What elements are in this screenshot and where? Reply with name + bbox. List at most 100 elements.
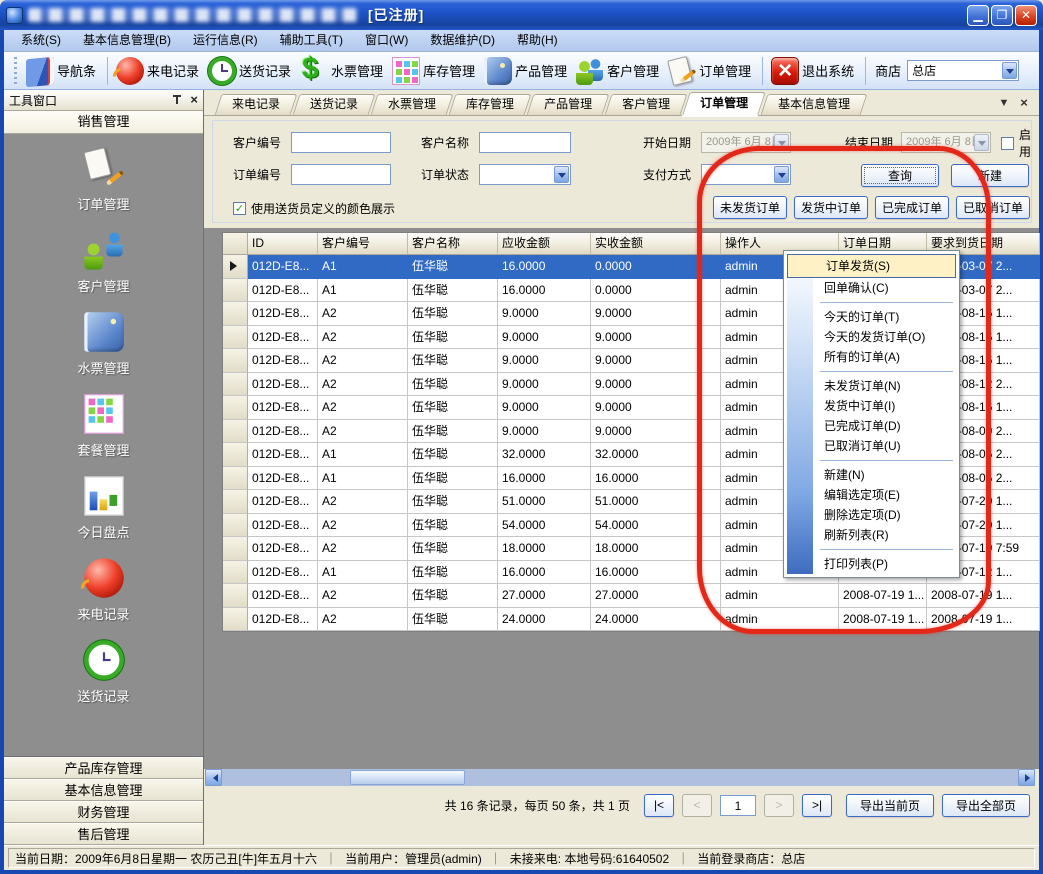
context-menu-item-回单确认(C)[interactable]: 回单确认(C) — [786, 278, 957, 298]
tab-订单管理[interactable]: 订单管理 — [686, 92, 762, 115]
minimize-icon[interactable]: ▁ — [967, 5, 989, 26]
row-selector-cell[interactable] — [223, 255, 248, 279]
column-header-ID[interactable]: ID — [248, 233, 318, 255]
horizontal-scrollbar[interactable] — [205, 769, 1035, 786]
row-selector-cell[interactable] — [223, 490, 248, 514]
chevron-down-icon[interactable] — [774, 134, 789, 151]
column-header-应收金额[interactable]: 应收金额 — [498, 233, 591, 255]
tab-基本信息管理[interactable]: 基本信息管理 — [764, 94, 864, 115]
menu-item[interactable]: 运行信息(R) — [182, 30, 269, 51]
context-menu-item-已取消订单(U)[interactable]: 已取消订单(U) — [786, 436, 957, 456]
payment-select[interactable] — [701, 164, 791, 185]
enable-checkbox[interactable] — [1001, 137, 1014, 150]
column-header-客户编号[interactable]: 客户编号 — [318, 233, 408, 255]
status-filter-button-已取消订单[interactable]: 已取消订单 — [956, 196, 1030, 219]
toolbar-button-delivery-clock[interactable]: 送货记录 — [205, 55, 297, 87]
toolbar-button-navigator[interactable]: 导航条 — [23, 54, 102, 88]
tab-水票管理[interactable]: 水票管理 — [374, 94, 450, 115]
sidebar-item-来电记录[interactable]: 来电记录 — [4, 560, 203, 642]
sidebar-section-基本信息管理[interactable]: 基本信息管理 — [4, 779, 203, 801]
order-status-select[interactable] — [479, 164, 571, 185]
row-selector-cell[interactable] — [223, 608, 248, 632]
row-selector-cell[interactable] — [223, 584, 248, 608]
scroll-left-icon[interactable] — [205, 769, 222, 786]
page-number-input[interactable]: 1 — [720, 795, 756, 816]
customer-no-input[interactable] — [291, 132, 391, 153]
row-selector-cell[interactable] — [223, 396, 248, 420]
context-menu-item-发货中订单(I)[interactable]: 发货中订单(I) — [786, 396, 957, 416]
context-menu-item-新建(N)[interactable]: 新建(N) — [786, 465, 957, 485]
context-menu-item-所有的订单(A)[interactable]: 所有的订单(A) — [786, 347, 957, 367]
tab-产品管理[interactable]: 产品管理 — [530, 94, 606, 115]
tab-库存管理[interactable]: 库存管理 — [452, 94, 528, 115]
close-icon[interactable]: × — [1017, 96, 1031, 110]
context-menu-item-今天的订单(T)[interactable]: 今天的订单(T) — [786, 307, 957, 327]
menu-item[interactable]: 帮助(H) — [506, 30, 569, 51]
context-menu-item-已完成订单(D)[interactable]: 已完成订单(D) — [786, 416, 957, 436]
end-date-picker[interactable]: 2009年 6月 8日 — [901, 132, 991, 153]
sidebar-item-客户管理[interactable]: 客户管理 — [4, 232, 203, 314]
scroll-right-icon[interactable] — [1018, 769, 1035, 786]
export-current-page-button[interactable]: 导出当前页 — [846, 794, 934, 817]
toolbar-button-call-bell[interactable]: 来电记录 — [113, 55, 205, 87]
chevron-down-icon[interactable] — [1002, 62, 1017, 79]
sidebar-section-sales[interactable]: 销售管理 — [4, 111, 203, 134]
menu-item[interactable]: 辅助工具(T) — [269, 30, 354, 51]
maximize-icon[interactable]: ❐ — [991, 5, 1013, 26]
toolbar-button-inventory-grid[interactable]: 库存管理 — [389, 55, 481, 87]
context-menu-item-删除选定项(D)[interactable]: 删除选定项(D) — [786, 505, 957, 525]
sidebar-item-送货记录[interactable]: 送货记录 — [4, 642, 203, 724]
row-selector-cell[interactable] — [223, 514, 248, 538]
row-selector-cell[interactable] — [223, 302, 248, 326]
close-icon[interactable]: ✕ — [1015, 5, 1037, 26]
context-menu-item-未发货订单(N)[interactable]: 未发货订单(N) — [786, 376, 957, 396]
chevron-down-icon[interactable]: ▼ — [997, 96, 1011, 110]
status-filter-button-未发货订单[interactable]: 未发货订单 — [713, 196, 787, 219]
sidebar-section-售后管理[interactable]: 售后管理 — [4, 823, 203, 845]
tab-客户管理[interactable]: 客户管理 — [608, 94, 684, 115]
export-all-pages-button[interactable]: 导出全部页 — [942, 794, 1030, 817]
last-page-button[interactable]: >| — [802, 794, 832, 817]
sidebar-section-产品库存管理[interactable]: 产品库存管理 — [4, 757, 203, 779]
row-selector-cell[interactable] — [223, 279, 248, 303]
prev-page-button[interactable]: < — [682, 794, 712, 817]
column-header-客户名称[interactable]: 客户名称 — [408, 233, 498, 255]
toolbar-button-order-scroll[interactable]: 订单管理 — [665, 55, 757, 87]
chevron-down-icon[interactable] — [774, 166, 789, 183]
tab-来电记录[interactable]: 来电记录 — [218, 94, 294, 115]
table-row[interactable]: 012D-E8...A2伍华聪27.000027.0000admin2008-0… — [223, 584, 1038, 608]
row-selector-cell[interactable] — [223, 561, 248, 585]
pin-icon[interactable] — [172, 95, 182, 105]
context-menu-item-打印列表(P)[interactable]: 打印列表(P) — [786, 554, 957, 574]
customer-name-input[interactable] — [479, 132, 571, 153]
tab-送货记录[interactable]: 送货记录 — [296, 94, 372, 115]
delivery-color-checkbox[interactable]: ✓ — [233, 202, 246, 215]
row-selector-cell[interactable] — [223, 443, 248, 467]
context-menu-item-今天的发货订单(O)[interactable]: 今天的发货订单(O) — [786, 327, 957, 347]
row-selector-cell[interactable] — [223, 467, 248, 491]
scrollbar-thumb[interactable] — [350, 770, 465, 785]
sidebar-section-财务管理[interactable]: 财务管理 — [4, 801, 203, 823]
toolbar-button-product-book[interactable]: 产品管理 — [481, 55, 573, 87]
column-header-实收金额[interactable]: 实收金额 — [591, 233, 721, 255]
next-page-button[interactable]: > — [764, 794, 794, 817]
sidebar-item-水票管理[interactable]: 水票管理 — [4, 314, 203, 396]
menu-item[interactable]: 系统(S) — [10, 30, 72, 51]
store-select[interactable]: 总店 — [907, 60, 1019, 81]
menu-item[interactable]: 窗口(W) — [354, 30, 419, 51]
toolbar-button-customers[interactable]: 客户管理 — [573, 55, 665, 87]
close-icon[interactable]: × — [190, 95, 198, 105]
chevron-down-icon[interactable] — [554, 166, 569, 183]
toolbar-button-water-ticket-dollar[interactable]: 水票管理 — [297, 55, 389, 87]
row-selector-cell[interactable] — [223, 349, 248, 373]
toolbar-button-exit[interactable]: 退出系统 — [768, 55, 860, 87]
row-selector-cell[interactable] — [223, 537, 248, 561]
query-button[interactable]: 查询 — [861, 164, 939, 187]
first-page-button[interactable]: |< — [644, 794, 674, 817]
order-no-input[interactable] — [291, 164, 391, 185]
row-selector-cell[interactable] — [223, 373, 248, 397]
sidebar-item-今日盘点[interactable]: 今日盘点 — [4, 478, 203, 560]
sidebar-item-套餐管理[interactable]: 套餐管理 — [4, 396, 203, 478]
row-selector-cell[interactable] — [223, 420, 248, 444]
status-filter-button-发货中订单[interactable]: 发货中订单 — [794, 196, 868, 219]
